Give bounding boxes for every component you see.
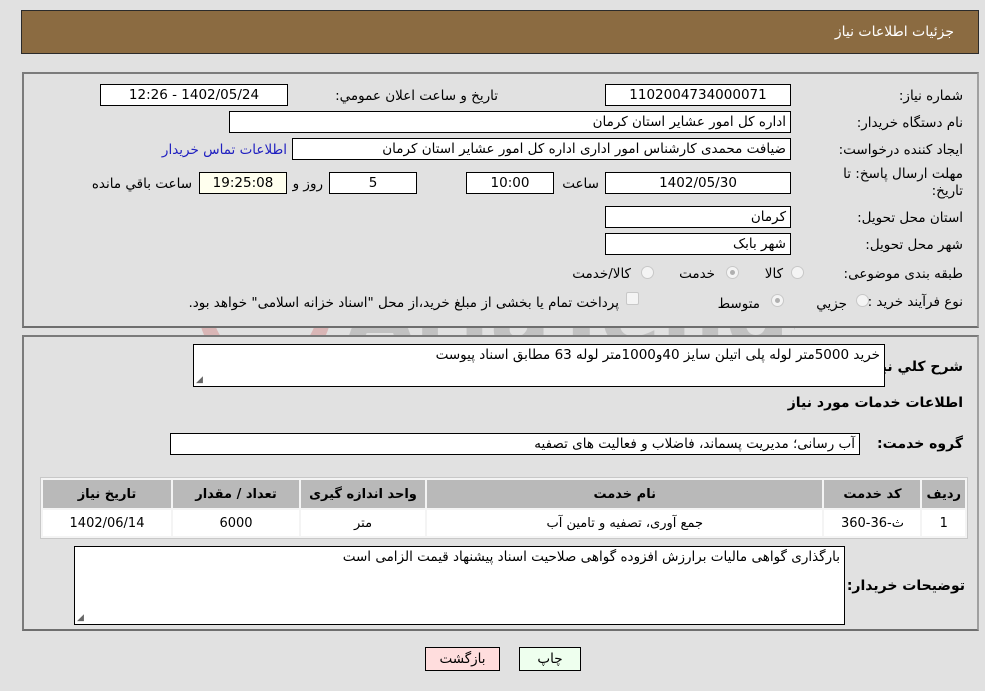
- resize-grip-icon[interactable]: ◢: [77, 613, 84, 623]
- need-details-panel: شرح کلي نیاز: خرید 5000متر لوله پلی اتیل…: [22, 335, 979, 631]
- buyer-notes-text: بارگذاری گواهی مالیات برارزش افزوده گواه…: [342, 549, 840, 565]
- cell-service-code: ث-36-360: [824, 510, 921, 536]
- resize-grip-icon[interactable]: ◢: [196, 375, 203, 385]
- buyer-org-label: نام دستگاه خریدار:: [856, 115, 963, 131]
- purchase-radio-minor[interactable]: [856, 294, 869, 307]
- province-field[interactable]: کرمان: [605, 206, 791, 228]
- col-header-row-number: ردیف: [922, 480, 965, 508]
- category-option-goods: کالا: [764, 266, 783, 282]
- remaining-time-field[interactable]: 19:25:08: [199, 172, 287, 194]
- need-info-panel: شماره نیاز: 1102004734000071 تاریخ و ساع…: [22, 72, 979, 328]
- description-text: خرید 5000متر لوله پلی اتیلن سایز 40و1000…: [435, 347, 880, 363]
- table-row: 1 ث-36-360 جمع آوری، تصفیه و تامین آب مت…: [43, 510, 965, 536]
- category-radio-service[interactable]: [726, 266, 739, 279]
- category-radio-goods-service[interactable]: [641, 266, 654, 279]
- city-label: شهر محل تحویل:: [865, 237, 963, 253]
- cell-row-number: 1: [922, 510, 965, 536]
- deadline-time-label: ساعت: [562, 176, 599, 192]
- purchase-radio-medium[interactable]: [771, 294, 784, 307]
- col-header-service-name: نام خدمت: [427, 480, 823, 508]
- city-field[interactable]: شهر بابک: [605, 233, 791, 255]
- cell-quantity: 6000: [173, 510, 299, 536]
- buyer-notes-label: توضیحات خریدار:: [846, 578, 965, 594]
- print-button[interactable]: چاپ: [519, 647, 581, 671]
- deadline-label: مهلت ارسال پاسخ: تا تاریخ:: [843, 166, 963, 199]
- buyer-notes-textarea[interactable]: بارگذاری گواهی مالیات برارزش افزوده گواه…: [74, 546, 845, 625]
- buyer-contact-link[interactable]: اطلاعات تماس خریدار: [162, 142, 287, 158]
- col-header-need-date: تاریخ نیاز: [43, 480, 171, 508]
- col-header-service-code: کد خدمت: [824, 480, 921, 508]
- announce-datetime-label: تاریخ و ساعت اعلان عمومي:: [335, 88, 498, 104]
- service-group-label: گروه خدمت:: [877, 436, 963, 452]
- purchase-type-label: نوع فرآیند خرید :: [867, 294, 963, 310]
- announce-datetime-field[interactable]: 1402/05/24 - 12:26: [100, 84, 288, 106]
- col-header-unit: واحد اندازه گیری: [301, 480, 425, 508]
- category-option-goods-service: کالا/خدمت: [572, 266, 631, 282]
- category-radio-goods[interactable]: [791, 266, 804, 279]
- deadline-date-field[interactable]: 1402/05/30: [605, 172, 791, 194]
- cell-unit: متر: [301, 510, 425, 536]
- requester-label: ایجاد کننده درخواست:: [838, 142, 963, 158]
- treasury-checkbox[interactable]: [626, 292, 639, 305]
- remaining-time-label: ساعت باقي مانده: [91, 176, 192, 192]
- requester-field[interactable]: ضیافت محمدی کارشناس امور اداری اداره کل …: [292, 138, 791, 160]
- services-heading: اطلاعات خدمات مورد نیاز: [787, 395, 963, 411]
- need-number-label: شماره نیاز:: [898, 88, 963, 104]
- category-option-service: خدمت: [679, 266, 715, 282]
- days-label: روز و: [292, 176, 323, 192]
- remaining-days-field[interactable]: 5: [329, 172, 417, 194]
- need-number-field[interactable]: 1102004734000071: [605, 84, 791, 106]
- col-header-quantity: تعداد / مقدار: [173, 480, 299, 508]
- purchase-option-minor: جزیي: [816, 296, 847, 312]
- service-group-field[interactable]: آب رسانی؛ مدیریت پسماند، فاضلاب و فعالیت…: [170, 433, 860, 455]
- province-label: استان محل تحویل:: [857, 210, 963, 226]
- cell-need-date: 1402/06/14: [43, 510, 171, 536]
- back-button[interactable]: بازگشت: [425, 647, 500, 671]
- table-header-row: ردیف کد خدمت نام خدمت واحد اندازه گیری ت…: [43, 480, 965, 508]
- purchase-option-medium: متوسط: [717, 296, 760, 312]
- description-textarea[interactable]: خرید 5000متر لوله پلی اتیلن سایز 40و1000…: [193, 344, 885, 387]
- cell-service-name: جمع آوری، تصفیه و تامین آب: [427, 510, 823, 536]
- category-label: طبقه بندی موضوعی:: [843, 266, 963, 282]
- deadline-time-field[interactable]: 10:00: [466, 172, 554, 194]
- page-title: جزئیات اطلاعات نیاز: [834, 24, 954, 40]
- services-table: ردیف کد خدمت نام خدمت واحد اندازه گیری ت…: [40, 477, 968, 539]
- page-header: جزئیات اطلاعات نیاز: [21, 10, 979, 54]
- buyer-org-field[interactable]: اداره کل امور عشایر استان کرمان: [229, 111, 791, 133]
- treasury-note: پرداخت تمام یا بخشی از مبلغ خرید،از محل …: [188, 295, 619, 311]
